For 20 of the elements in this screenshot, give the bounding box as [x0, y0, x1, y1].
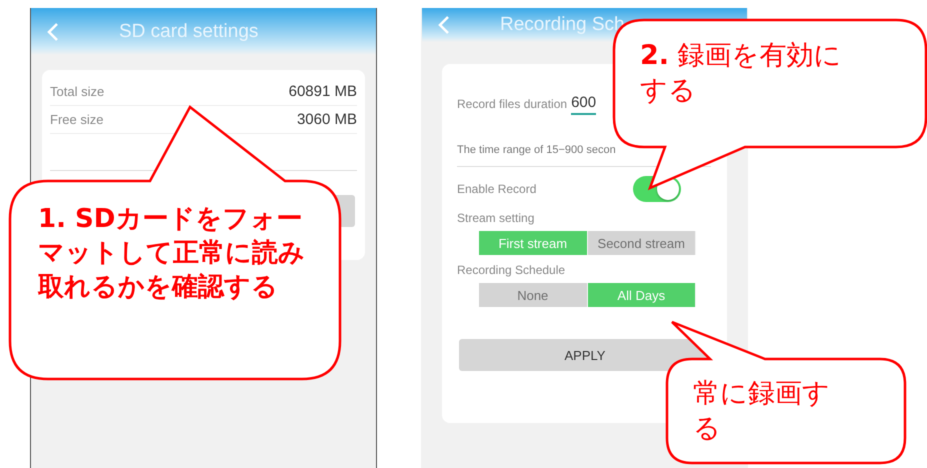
section-label: Stream setting: [457, 211, 536, 225]
row-value: 60891 MB: [288, 83, 357, 100]
hint-text: The time range of 15−900 secon: [457, 144, 616, 156]
toggle-label: Enable Record: [457, 182, 536, 196]
segment-option[interactable]: First stream: [479, 231, 588, 255]
callout-text: 2. 録画を有効にする: [640, 39, 843, 108]
screen-title: SD card settings: [119, 20, 258, 42]
row-label: Total size: [50, 84, 104, 99]
callout-text: 常に録画する: [693, 377, 831, 446]
duration-value[interactable]: 600: [571, 94, 596, 114]
segment-option[interactable]: Second stream: [588, 231, 696, 255]
back-icon[interactable]: [438, 15, 450, 35]
back-icon[interactable]: [47, 22, 59, 42]
segment-option[interactable]: None: [479, 283, 588, 307]
row-label: Free size: [50, 112, 104, 127]
duration-label: Record files duration: [457, 97, 568, 111]
section-label: Recording Schedule: [457, 263, 566, 277]
row-value: 3060 MB: [296, 111, 357, 128]
segment-option[interactable]: All Days: [588, 283, 696, 307]
callout-text: 1. SDカードをフォーマットして正常に読み取れるかを確認する: [38, 203, 306, 304]
